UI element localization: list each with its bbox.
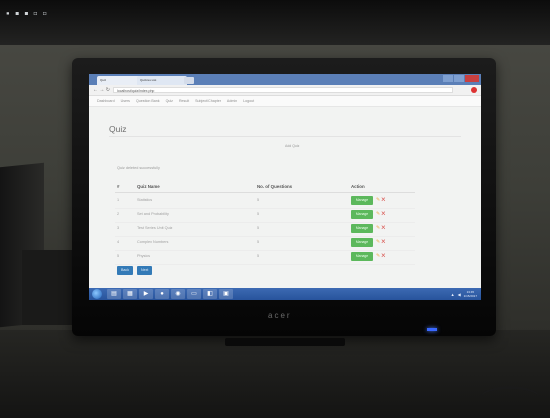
browser-tab[interactable]: Quiz: [97, 76, 141, 85]
monitor-screen: Quiz Quizzes List ← → ↻ localhost/quiz/i…: [89, 74, 481, 300]
folder-icon[interactable]: ▦: [123, 289, 137, 299]
power-led: [427, 328, 437, 331]
question-count: 5: [257, 198, 260, 202]
column-header-quiz-name: Quiz Name: [137, 184, 160, 189]
firefox-icon[interactable]: ◉: [171, 289, 185, 299]
monitor-stand: [225, 338, 345, 346]
quiz-name: Test Series Unit Quiz: [137, 226, 173, 230]
title-divider: [109, 136, 461, 137]
browser-tab[interactable]: Quizzes List: [137, 76, 187, 85]
manage-button[interactable]: Manage: [351, 252, 373, 261]
row-number: 4: [117, 240, 120, 244]
edit-icon[interactable]: ✎: [376, 253, 380, 259]
app-icon[interactable]: ▣: [219, 289, 233, 299]
nav-item-users[interactable]: Users: [121, 99, 130, 103]
browser-tab-strip: Quiz Quizzes List: [89, 74, 481, 85]
nav-item-quiz[interactable]: Quiz: [166, 99, 173, 103]
system-tray: ▲ ◀ 13:45 1/15/2017: [451, 290, 477, 298]
row-divider: [115, 264, 415, 265]
question-count: 5: [257, 212, 260, 216]
manage-button[interactable]: Manage: [351, 210, 373, 219]
close-button[interactable]: [465, 75, 479, 82]
manage-button[interactable]: Manage: [351, 238, 373, 247]
cable: [480, 386, 540, 411]
column-header-number: #: [117, 184, 120, 189]
nav-item-question-bank[interactable]: Question Bank: [136, 99, 160, 103]
chrome-icon[interactable]: ●: [155, 289, 169, 299]
reload-icon[interactable]: ↻: [106, 87, 110, 93]
delete-icon[interactable]: ×: [381, 223, 386, 232]
network-icon[interactable]: ▲: [451, 292, 455, 297]
maximize-button[interactable]: [454, 75, 464, 82]
delete-icon[interactable]: ×: [381, 195, 386, 204]
row-number: 2: [117, 212, 120, 216]
monitor-brand-logo: acer: [268, 311, 292, 320]
question-count: 5: [257, 226, 260, 230]
new-tab-button[interactable]: [184, 77, 194, 84]
quiz-name: Set and Probability: [137, 212, 169, 216]
extension-icon[interactable]: [471, 87, 477, 93]
media-player-icon[interactable]: ▶: [139, 289, 153, 299]
quiz-name: Statistics: [137, 198, 153, 202]
delete-icon[interactable]: ×: [381, 237, 386, 246]
table-row: 5 Physics 5 Manage ✎ ×: [115, 251, 415, 265]
forward-arrow-icon[interactable]: →: [99, 87, 104, 93]
page-title: Quiz: [109, 124, 127, 134]
back-button[interactable]: Back: [117, 266, 133, 275]
page-actions: Back Next: [117, 266, 153, 275]
nav-item-dashboard[interactable]: Dashboard: [97, 99, 115, 103]
nav-item-logout[interactable]: Logout: [243, 99, 254, 103]
address-bar: ← → ↻ localhost/quiz/index.php: [89, 85, 481, 96]
edit-icon[interactable]: ✎: [376, 239, 380, 245]
nav-item-admin[interactable]: Admin: [227, 99, 237, 103]
table-row: 4 Complex Numbers 5 Manage ✎ ×: [115, 237, 415, 251]
add-quiz-link[interactable]: Add Quiz: [285, 144, 299, 148]
manage-button[interactable]: Manage: [351, 224, 373, 233]
column-header-question-count: No. of Questions: [257, 184, 293, 189]
volume-icon[interactable]: ◀: [458, 292, 461, 297]
delete-icon[interactable]: ×: [381, 209, 386, 218]
edit-icon[interactable]: ✎: [376, 225, 380, 231]
row-number: 5: [117, 254, 120, 258]
left-foreground-object: [22, 250, 72, 325]
delete-icon[interactable]: ×: [381, 251, 386, 260]
edit-icon[interactable]: ✎: [376, 197, 380, 203]
clock-date: 1/15/2017: [463, 294, 477, 298]
row-number: 1: [117, 198, 120, 202]
background-wall: ▪ ◼ ◼ ◻ ◻: [0, 0, 550, 45]
minimize-button[interactable]: [443, 75, 453, 82]
question-count: 5: [257, 240, 260, 244]
photo-scene: ▪ ◼ ◼ ◻ ◻ acer Quiz Quizzes List ← → ↻ l…: [0, 0, 550, 418]
table-row: 2 Set and Probability 5 Manage ✎ ×: [115, 209, 415, 223]
column-header-action: Action: [351, 184, 365, 189]
url-input[interactable]: localhost/quiz/index.php: [113, 87, 453, 93]
clock[interactable]: 13:45 1/15/2017: [464, 290, 477, 298]
edit-icon[interactable]: ✎: [376, 211, 380, 217]
start-button[interactable]: [92, 289, 102, 299]
header-divider: [115, 192, 415, 193]
manage-button[interactable]: Manage: [351, 196, 373, 205]
nav-item-result[interactable]: Result: [179, 99, 189, 103]
nav-buttons[interactable]: ← → ↻: [93, 87, 110, 93]
quiz-name: Physics: [137, 254, 151, 258]
question-count: 5: [257, 254, 260, 258]
row-number: 3: [117, 226, 120, 230]
next-button[interactable]: Next: [137, 266, 153, 275]
quiz-name: Complex Numbers: [137, 240, 169, 244]
window-controls: [443, 75, 479, 83]
table-row: 1 Statistics 5 Manage ✎ ×: [115, 195, 415, 209]
background-screen-text: ▪ ◼ ◼ ◻ ◻: [6, 10, 48, 17]
back-arrow-icon[interactable]: ←: [93, 87, 98, 93]
explorer-icon[interactable]: ▤: [107, 289, 121, 299]
taskbar: ▤ ▦ ▶ ● ◉ ▭ ◧ ▣ ▲ ◀ 13:45 1/15/2017: [89, 288, 481, 300]
nav-item-subject-chapter[interactable]: Subject/Chapter: [195, 99, 221, 103]
paint-icon[interactable]: ◧: [203, 289, 217, 299]
notepad-icon[interactable]: ▭: [187, 289, 201, 299]
app-navbar: Dashboard Users Question Bank Quiz Resul…: [89, 96, 481, 107]
table-row: 3 Test Series Unit Quiz 5 Manage ✎ ×: [115, 223, 415, 237]
success-message: Quiz deleted successfully: [117, 166, 160, 170]
